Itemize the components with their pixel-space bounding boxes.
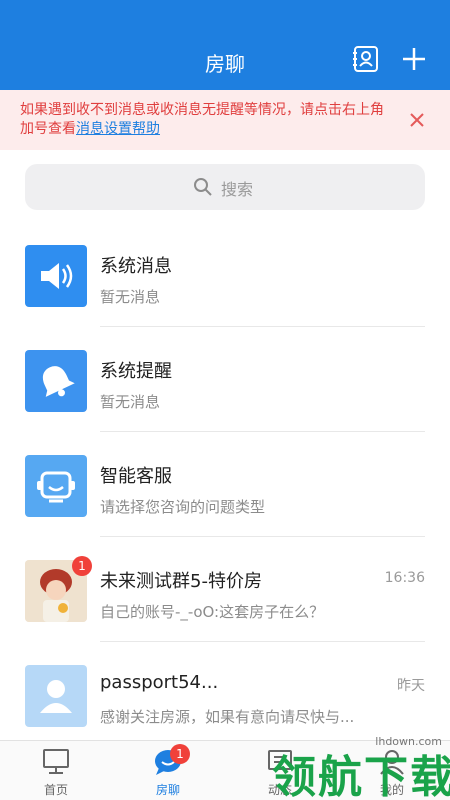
conversation-item[interactable]: 1 未来测试群5-特价房 自己的账号-_-oO:这套房子在么？ 16:36 — [0, 537, 450, 642]
notice-text: 如果遇到收不到消息或收消息无提醒等情况，请点击右上角加号查看消息设置帮助 — [20, 101, 390, 139]
unread-badge: 1 — [72, 556, 92, 576]
chat-unread-badge: 1 — [170, 744, 190, 764]
conversation-name: passport54... — [100, 672, 219, 693]
contacts-card-icon[interactable] — [352, 45, 380, 73]
search-placeholder: 搜索 — [221, 180, 254, 199]
search-icon — [194, 178, 212, 196]
conversation-item[interactable]: 系统消息 暂无消息 — [0, 222, 450, 327]
conversation-preview: 暂无消息 — [100, 393, 161, 411]
top-bar: 房聊 — [0, 0, 450, 90]
conversation-item[interactable]: 系统提醒 暂无消息 — [0, 327, 450, 432]
tab-home[interactable]: 首页 — [0, 741, 112, 800]
message-settings-help-link[interactable]: 消息设置帮助 — [76, 121, 160, 137]
customer-service-icon — [25, 455, 87, 517]
bell-icon — [25, 350, 87, 412]
conversation-item[interactable]: passport54... 感谢关注房源，如果有意向请尽快与... 昨天 — [0, 642, 450, 747]
page-title: 房聊 — [205, 52, 245, 76]
speaker-icon — [25, 245, 87, 307]
plus-icon[interactable] — [400, 45, 428, 73]
search-input[interactable]: 搜索 — [25, 164, 425, 210]
tab-label: 首页 — [43, 783, 68, 797]
monitor-icon — [43, 749, 69, 774]
conversation-name: 系统提醒 — [100, 361, 172, 382]
conversation-preview: 自己的账号-_-oO:这套房子在么？ — [100, 603, 325, 621]
notice-message: 如果遇到收不到消息或收消息无提醒等情况，请点击右上角加号查看 — [20, 102, 384, 137]
tab-label: 房聊 — [155, 783, 180, 797]
notice-banner: 如果遇到收不到消息或收消息无提醒等情况，请点击右上角加号查看消息设置帮助 — [0, 90, 450, 150]
user-avatar-icon — [25, 665, 87, 727]
conversation-time: 昨天 — [397, 678, 425, 694]
tab-chat[interactable]: 1 房聊 — [112, 741, 224, 800]
conversation-name: 未来测试群5-特价房 — [100, 571, 262, 592]
watermark-text: 领航下载 — [272, 752, 450, 800]
conversation-name: 系统消息 — [100, 256, 172, 277]
group-avatar: 1 — [25, 556, 92, 622]
close-icon[interactable] — [407, 110, 427, 130]
watermark-logo: lhdown.com 领航下载 — [262, 735, 450, 800]
conversation-preview: 暂无消息 — [100, 288, 161, 306]
conversation-preview: 感谢关注房源，如果有意向请尽快与... — [100, 708, 355, 726]
conversation-time: 16:36 — [384, 570, 425, 586]
conversation-preview: 请选择您咨询的问题类型 — [100, 498, 266, 516]
conversation-name: 智能客服 — [100, 466, 172, 487]
conversation-item[interactable]: 智能客服 请选择您咨询的问题类型 — [0, 432, 450, 537]
